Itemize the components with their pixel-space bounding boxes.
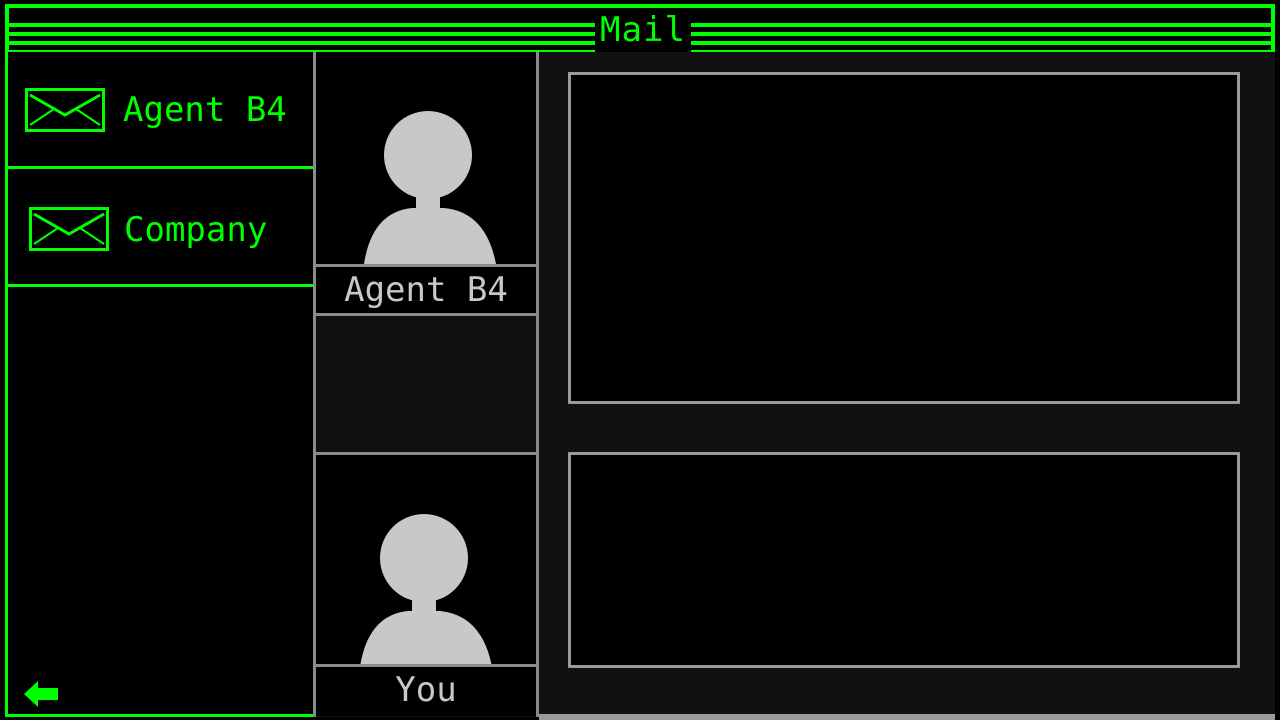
envelope-icon [25,88,105,132]
recipient-name: You [316,664,536,716]
contact-list: Agent B4 Company [5,52,316,717]
title-bar: Mail [5,4,1275,53]
title-bar-edge [1271,4,1275,53]
reader-bottom-border [539,714,1275,720]
back-arrow-icon[interactable] [20,677,60,711]
mail-screen: Mail Agent B4 Company Agent B4 You [0,0,1280,720]
contact-name: Company [124,210,268,250]
person-silhouette-icon [364,111,496,264]
contact-item-agent-b4[interactable]: Agent B4 [8,52,313,169]
title-bar-edge [5,4,9,53]
reply-message-box[interactable] [568,452,1240,668]
contact-item-company[interactable]: Company [8,170,313,287]
person-silhouette-icon [360,514,492,667]
window-title: Mail [595,8,691,52]
sender-avatar [316,52,536,264]
contact-name: Agent B4 [123,90,287,130]
incoming-message-box[interactable] [568,72,1240,404]
message-reader [539,52,1275,717]
participants-column: Agent B4 You [313,52,539,717]
recipient-avatar [316,452,536,667]
envelope-icon [29,207,109,251]
sender-name: Agent B4 [316,264,536,316]
